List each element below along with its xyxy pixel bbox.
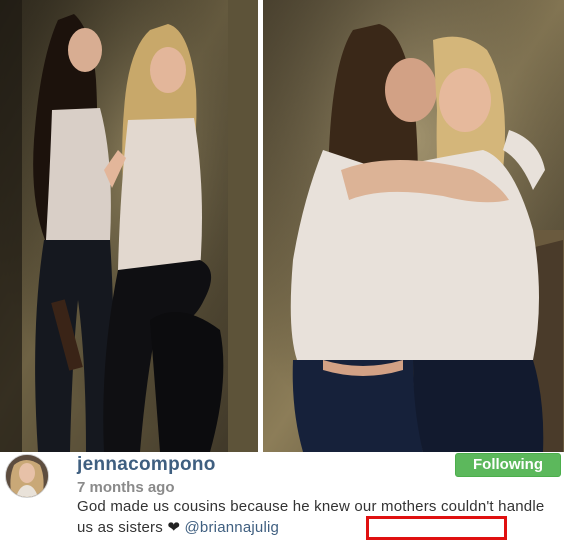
heart-icon: ❤ — [167, 518, 181, 536]
post-caption: God made us cousins because he knew our … — [77, 497, 547, 538]
post-footer: jennacompono Following 7 months ago God … — [0, 452, 564, 544]
mention-link[interactable]: @briannajulig — [185, 519, 280, 536]
following-button[interactable]: Following — [455, 453, 561, 477]
caption-text: God made us cousins because he knew our … — [77, 498, 545, 536]
post-timestamp: 7 months ago — [77, 479, 175, 496]
avatar[interactable] — [5, 454, 49, 498]
username[interactable]: jennacompono — [77, 454, 216, 476]
photo-right — [263, 0, 564, 452]
photo-collage — [0, 0, 564, 452]
photo-left — [0, 0, 258, 452]
